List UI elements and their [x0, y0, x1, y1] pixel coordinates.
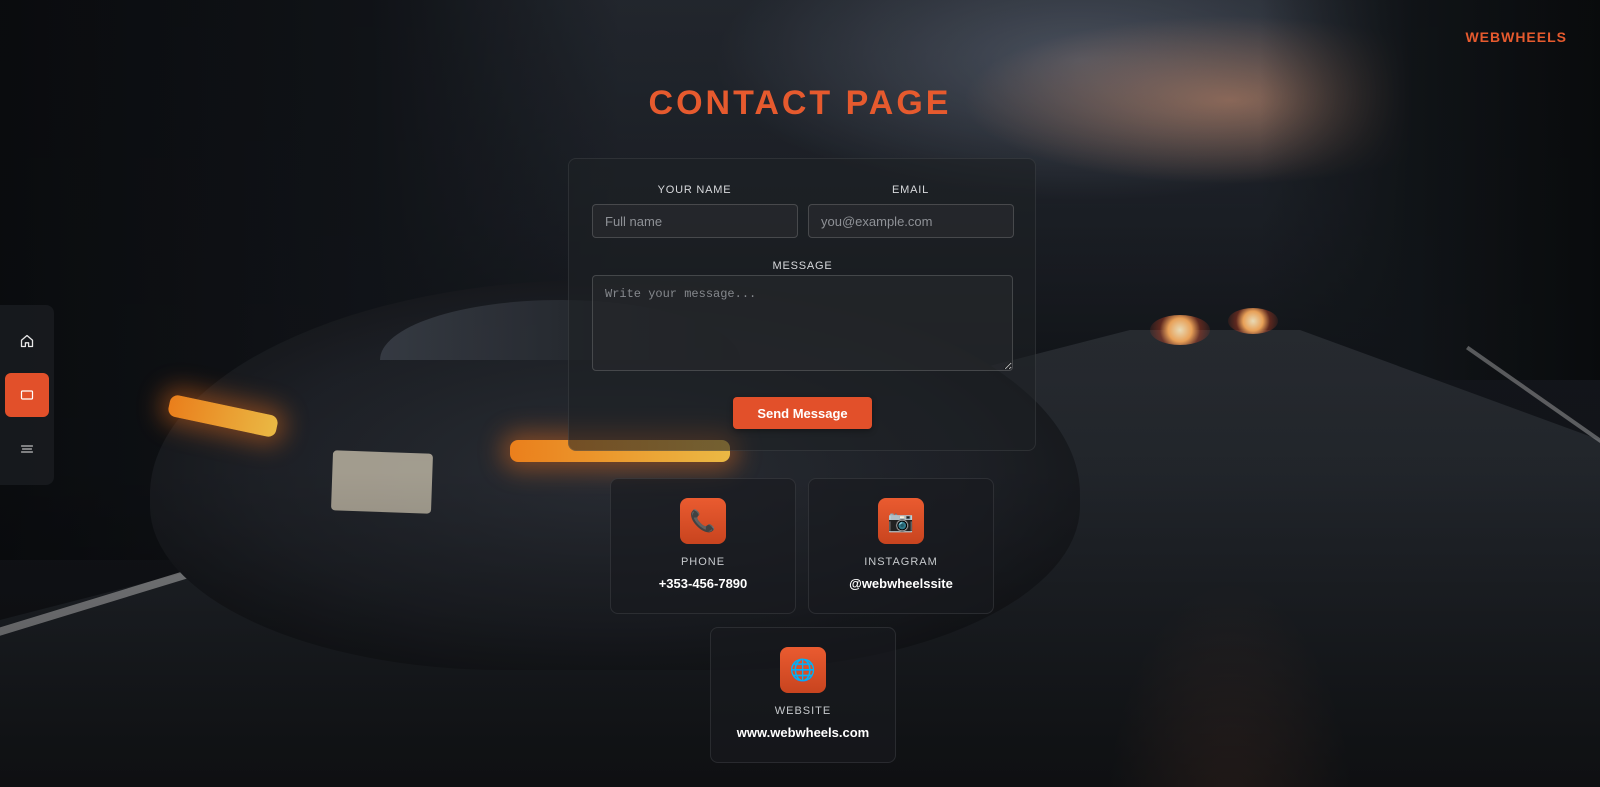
- page-title: CONTACT PAGE: [648, 84, 952, 122]
- name-label: YOUR NAME: [657, 184, 732, 196]
- phone-contact-card[interactable]: 📞 PHONE +353-456-7890: [610, 478, 796, 614]
- globe-icon: 🌐: [780, 647, 826, 693]
- nav-contact-button[interactable]: [5, 373, 49, 417]
- side-navigation: [0, 305, 54, 485]
- instagram-value: @webwheelssite: [849, 576, 953, 591]
- instagram-label: INSTAGRAM: [864, 556, 938, 568]
- phone-icon: 📞: [680, 498, 726, 544]
- nav-home-button[interactable]: [5, 319, 49, 363]
- website-value: www.webwheels.com: [736, 725, 870, 740]
- instagram-contact-card[interactable]: 📷 INSTAGRAM @webwheelssite: [808, 478, 994, 614]
- name-input[interactable]: [592, 204, 798, 238]
- home-icon: [19, 333, 35, 349]
- email-label: EMAIL: [891, 184, 929, 196]
- send-message-button[interactable]: Send Message: [733, 397, 872, 429]
- camera-icon: 📷: [878, 498, 924, 544]
- website-label: WEBSITE: [774, 705, 832, 717]
- email-input[interactable]: [808, 204, 1014, 238]
- brand-logo-link[interactable]: WEBWHEELS: [1465, 29, 1567, 45]
- website-contact-card[interactable]: 🌐 WEBSITE www.webwheels.com: [710, 627, 896, 763]
- contact-form: YOUR NAME EMAIL MESSAGE Send Message: [568, 158, 1036, 451]
- nav-menu-button[interactable]: [5, 427, 49, 471]
- message-textarea[interactable]: [592, 275, 1013, 371]
- phone-label: PHONE: [680, 556, 726, 568]
- contact-card-icon: [19, 387, 35, 403]
- phone-value: +353-456-7890: [658, 576, 748, 591]
- message-label: MESSAGE: [772, 260, 833, 272]
- menu-lines-icon: [19, 441, 35, 457]
